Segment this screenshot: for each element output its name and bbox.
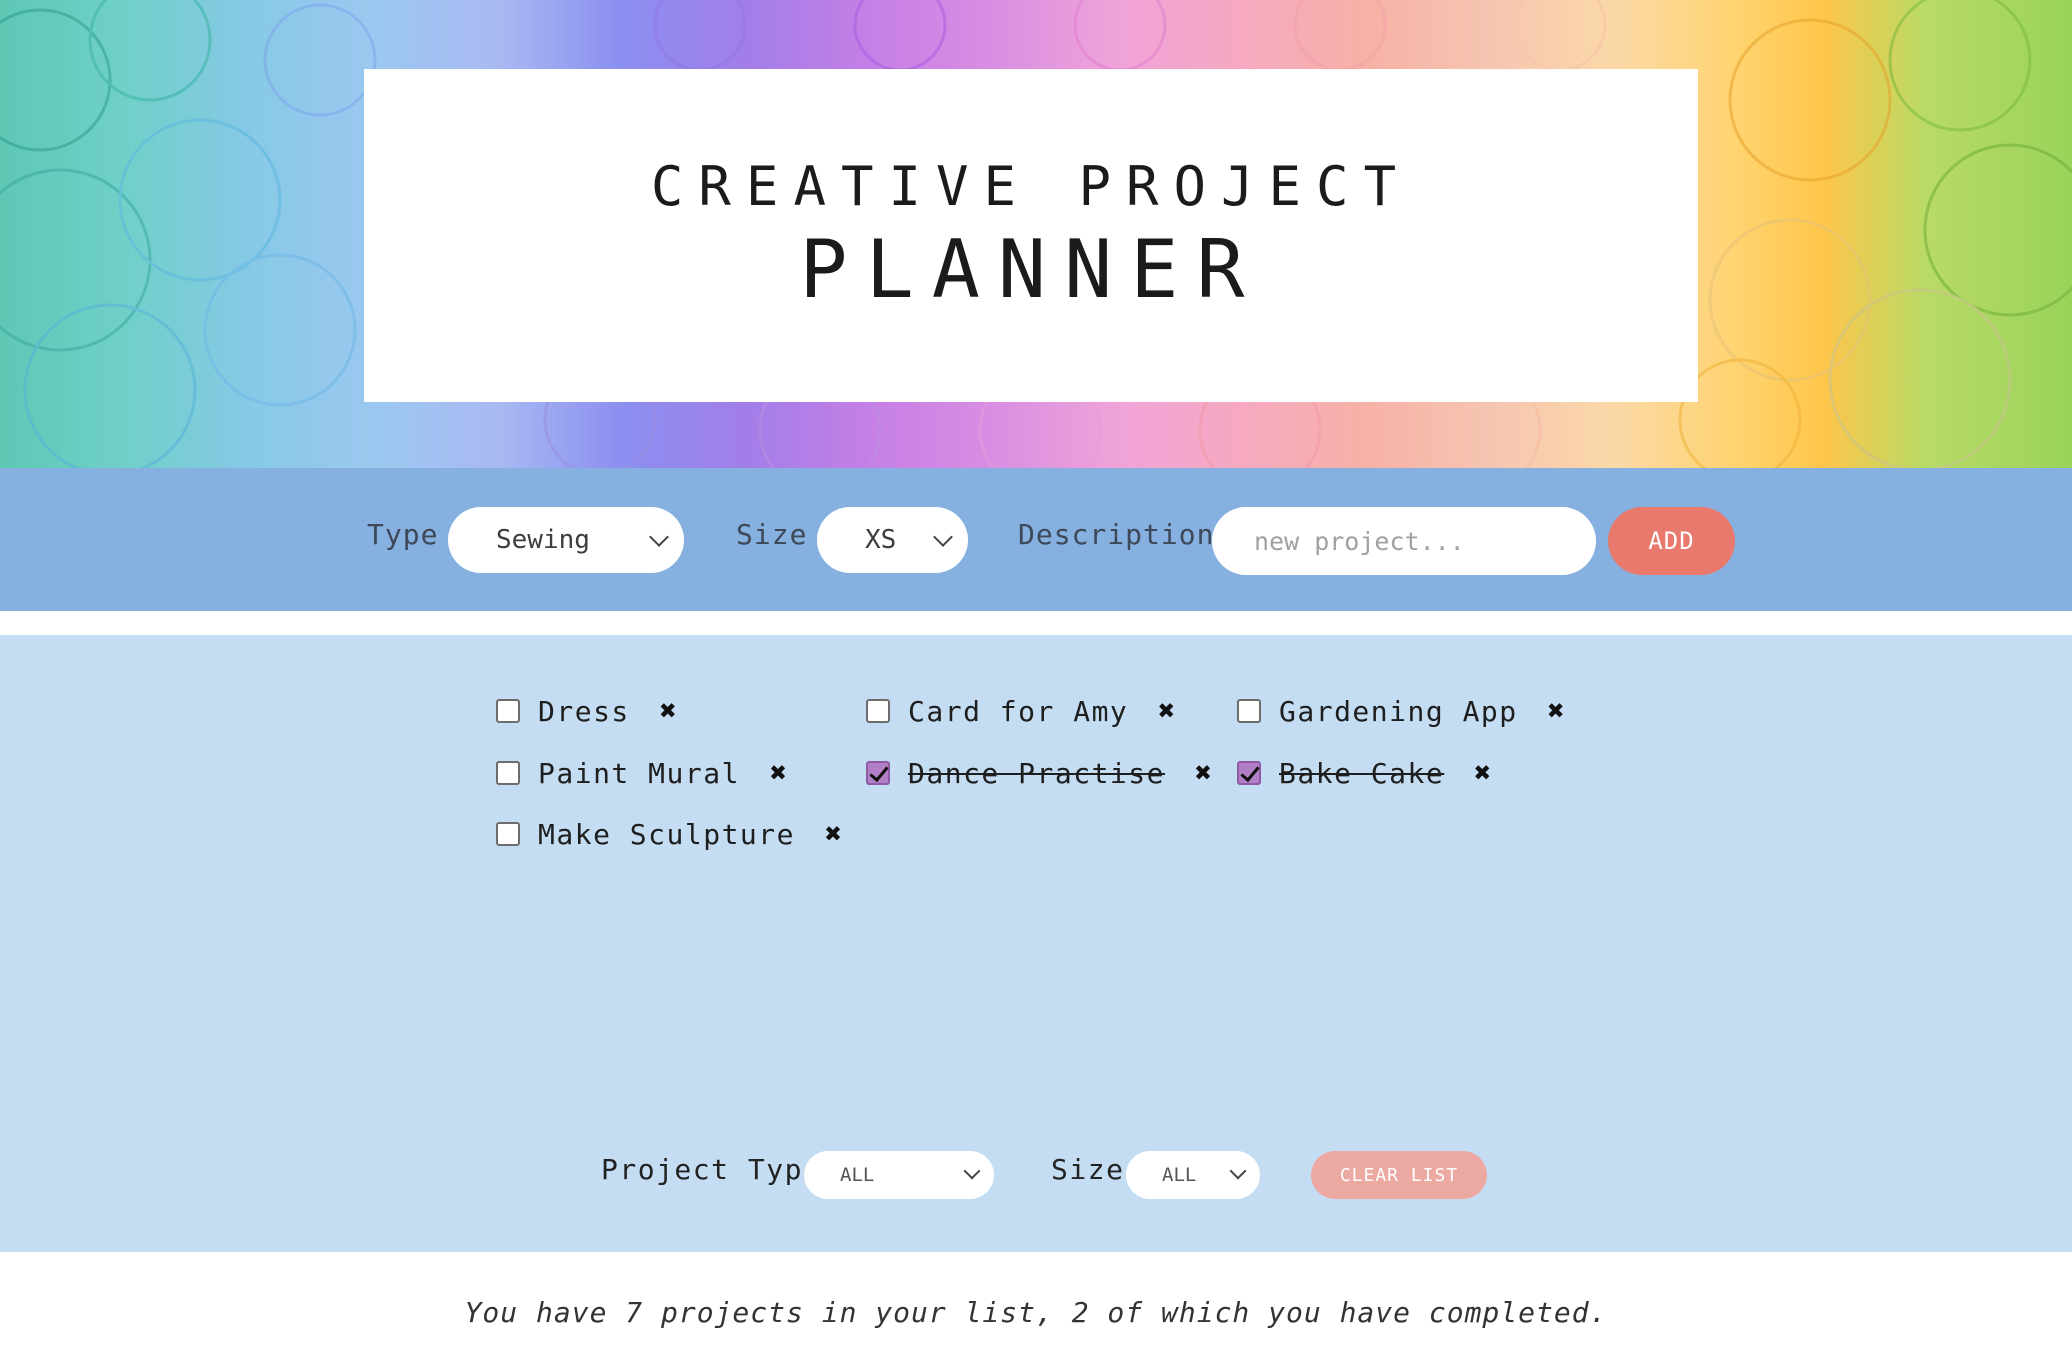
project-checkbox-checked[interactable] bbox=[866, 761, 890, 785]
chevron-down-icon bbox=[649, 527, 669, 547]
page-title-line2: PLANNER bbox=[799, 223, 1263, 317]
project-checkbox-checked[interactable] bbox=[1237, 761, 1261, 785]
project-checkbox[interactable] bbox=[866, 699, 890, 723]
type-select-value: Sewing bbox=[496, 525, 590, 555]
description-input[interactable] bbox=[1212, 507, 1596, 575]
project-label-completed: Bake Cake bbox=[1279, 756, 1445, 790]
type-select[interactable]: Sewing bbox=[448, 507, 684, 573]
delete-icon[interactable]: ✖ bbox=[1548, 697, 1565, 725]
chevron-down-icon bbox=[963, 1162, 981, 1180]
project-type-filter-value: ALL bbox=[840, 1164, 875, 1186]
add-button[interactable]: ADD bbox=[1608, 507, 1735, 575]
summary-text: You have 7 projects in your list, 2 of w… bbox=[464, 1296, 1608, 1329]
list-item: Dance Practise ✖ bbox=[866, 753, 1212, 793]
project-label: Dress bbox=[538, 694, 630, 728]
size-filter-select[interactable]: ALL bbox=[1126, 1151, 1260, 1199]
delete-icon[interactable]: ✖ bbox=[1195, 759, 1212, 787]
delete-icon[interactable]: ✖ bbox=[1158, 697, 1175, 725]
delete-icon[interactable]: ✖ bbox=[770, 759, 787, 787]
title-card: CREATIVE PROJECT PLANNER bbox=[364, 69, 1698, 402]
project-checkbox[interactable] bbox=[496, 699, 520, 723]
project-label: Paint Mural bbox=[538, 756, 740, 790]
description-label: Description bbox=[1018, 518, 1215, 551]
delete-icon[interactable]: ✖ bbox=[660, 697, 677, 725]
project-type-filter-select[interactable]: ALL bbox=[804, 1151, 994, 1199]
type-label: Type bbox=[367, 518, 439, 551]
list-item: Card for Amy ✖ bbox=[866, 691, 1175, 731]
chevron-down-icon bbox=[933, 527, 953, 547]
project-type-filter-label: Project Type bbox=[601, 1153, 822, 1186]
size-select[interactable]: XS bbox=[817, 507, 968, 573]
clear-list-button[interactable]: CLEAR LIST bbox=[1311, 1151, 1487, 1199]
project-checkbox[interactable] bbox=[496, 822, 520, 846]
delete-icon[interactable]: ✖ bbox=[1474, 759, 1491, 787]
list-item: Make Sculpture ✖ bbox=[496, 814, 842, 854]
project-checkbox[interactable] bbox=[1237, 699, 1261, 723]
size-filter-label: Size bbox=[1051, 1153, 1125, 1186]
add-project-bar: Type Sewing Size XS Description ADD bbox=[0, 468, 2072, 611]
project-label-completed: Dance Practise bbox=[908, 756, 1166, 790]
project-checkbox[interactable] bbox=[496, 761, 520, 785]
chevron-down-icon bbox=[1229, 1162, 1247, 1180]
list-item: Gardening App ✖ bbox=[1237, 691, 1565, 731]
size-label: Size bbox=[736, 518, 808, 551]
delete-icon[interactable]: ✖ bbox=[825, 820, 842, 848]
size-filter-value: ALL bbox=[1162, 1164, 1197, 1186]
list-item: Paint Mural ✖ bbox=[496, 753, 787, 793]
list-item: Dress ✖ bbox=[496, 691, 677, 731]
project-label: Make Sculpture bbox=[538, 817, 796, 851]
page-title-line1: CREATIVE PROJECT bbox=[650, 154, 1412, 218]
hero-banner: CREATIVE PROJECT PLANNER bbox=[0, 0, 2072, 468]
list-item: Bake Cake ✖ bbox=[1237, 753, 1491, 793]
project-label: Gardening App bbox=[1279, 694, 1518, 728]
project-label: Card for Amy bbox=[908, 694, 1129, 728]
size-select-value: XS bbox=[865, 525, 897, 555]
project-list-panel: Dress ✖ Card for Amy ✖ Gardening App ✖ P… bbox=[0, 635, 2072, 1252]
